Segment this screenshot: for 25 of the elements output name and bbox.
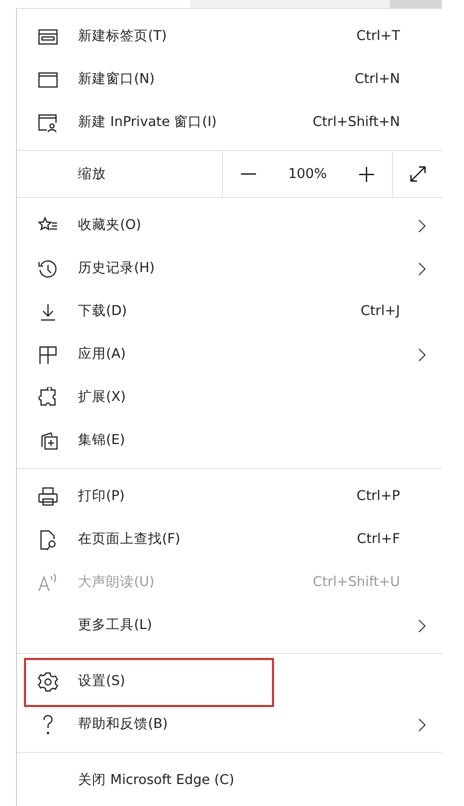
menu-item[interactable]: 帮助和反馈(B) [17, 703, 442, 746]
menu-item[interactable]: 在页面上查找(F) Ctrl+F [17, 518, 442, 561]
menu-item[interactable]: 打印(P) Ctrl+P [17, 475, 442, 518]
menu-item[interactable]: 扩展(X) [17, 376, 442, 419]
apps-icon [37, 344, 59, 366]
menu-item[interactable]: 新建窗口(N) Ctrl+N [17, 58, 442, 101]
zoom-label: 缩放 [78, 164, 106, 184]
menu-item[interactable]: 应用(A) [17, 333, 442, 376]
gear-icon [37, 670, 59, 692]
menu-item[interactable]: 新建 InPrivate 窗口(I) Ctrl+Shift+N [17, 101, 442, 144]
menu-item[interactable]: 下载(D) Ctrl+J [17, 290, 442, 333]
read-aloud-icon [37, 572, 59, 594]
private-window-icon [37, 112, 59, 134]
plus-icon [358, 166, 374, 182]
history-icon [37, 258, 59, 280]
menu-item[interactable]: 设置(S) [17, 660, 442, 703]
zoom-value: 100% [288, 164, 327, 184]
minus-icon [241, 173, 256, 175]
menu-item[interactable]: 历史记录(H) [17, 247, 442, 290]
menu-item[interactable]: 集锦(E) [17, 419, 442, 462]
printer-icon [37, 486, 59, 508]
menu-item[interactable]: 关闭 Microsoft Edge (C) [17, 759, 442, 802]
menu-item[interactable]: 更多工具(L) [17, 604, 442, 647]
menu-item[interactable]: 新建标签页(T) Ctrl+T [17, 15, 442, 58]
menu-item[interactable]: 收藏夹(O) [17, 204, 442, 247]
